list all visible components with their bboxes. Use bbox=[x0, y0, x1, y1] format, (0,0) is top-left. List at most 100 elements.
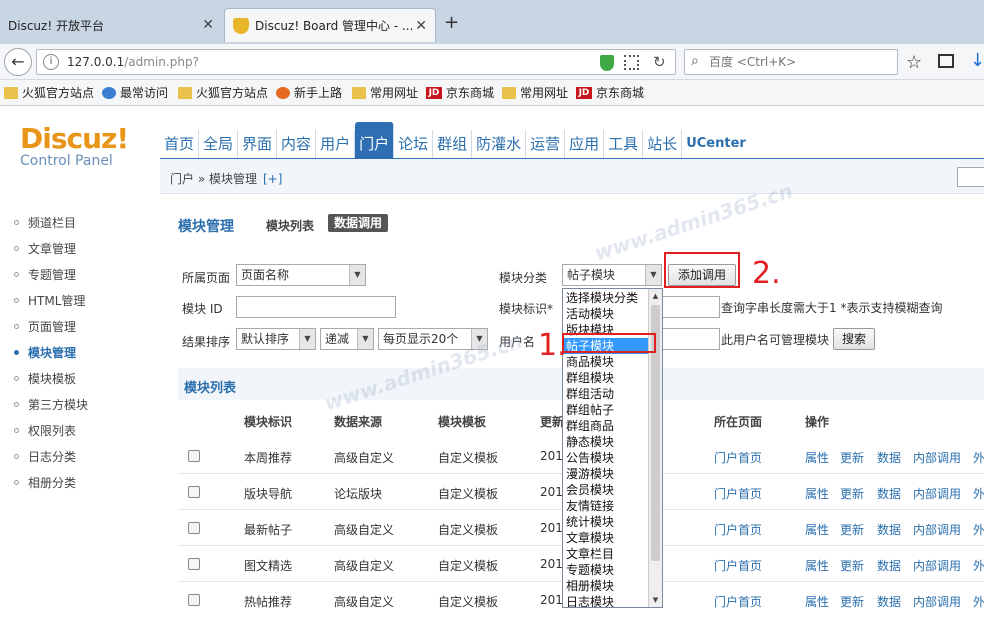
nav-item[interactable]: 工具 bbox=[604, 130, 644, 158]
row-checkbox[interactable] bbox=[188, 486, 200, 498]
nav-item[interactable]: 防灌水 bbox=[472, 130, 527, 158]
dropdown-option[interactable]: 文章模块 bbox=[563, 530, 649, 546]
page-select[interactable]: 页面名称 ▼ bbox=[236, 264, 366, 286]
dropdown-option[interactable]: 文章栏目 bbox=[563, 546, 649, 562]
dropdown-option[interactable]: 统计模块 bbox=[563, 514, 649, 530]
shield-icon[interactable] bbox=[600, 55, 614, 71]
dropdown-option[interactable]: 群组模块 bbox=[563, 370, 649, 386]
row-checkbox[interactable] bbox=[188, 594, 200, 606]
op-data[interactable]: 数据 bbox=[877, 485, 901, 502]
dropdown-option[interactable]: 漫游模块 bbox=[563, 466, 649, 482]
sidebar-item[interactable]: 频道栏目 bbox=[14, 214, 76, 231]
dropdown-option[interactable]: 活动模块 bbox=[563, 306, 649, 322]
row-checkbox[interactable] bbox=[188, 522, 200, 534]
dropdown-option[interactable]: 会员模块 bbox=[563, 482, 649, 498]
dropdown-option[interactable]: 日志模块 bbox=[563, 594, 649, 607]
url-bar[interactable]: i 127.0.0.1/admin.php? ↻ bbox=[36, 49, 676, 75]
bookmark-item[interactable]: 新手上路 bbox=[276, 84, 342, 101]
info-icon[interactable]: i bbox=[43, 54, 59, 70]
sidebar-item[interactable]: HTML管理 bbox=[14, 292, 85, 309]
op-external[interactable]: 外 bbox=[973, 593, 984, 610]
op-internal[interactable]: 内部调用 bbox=[913, 521, 961, 538]
logo[interactable]: Discuz! Control Panel bbox=[20, 122, 160, 169]
op-property[interactable]: 属性 bbox=[805, 485, 829, 502]
op-data[interactable]: 数据 bbox=[877, 449, 901, 466]
sidebar-item-active[interactable]: 模块管理 bbox=[14, 344, 76, 361]
sidebar-item[interactable]: 权限列表 bbox=[14, 422, 76, 439]
scroll-up-icon[interactable]: ▲ bbox=[649, 289, 662, 303]
nav-item[interactable]: 首页 bbox=[160, 130, 200, 158]
search-input[interactable] bbox=[709, 53, 889, 71]
nav-item[interactable]: UCenter bbox=[682, 130, 750, 158]
sidebar-item[interactable]: 相册分类 bbox=[14, 474, 76, 491]
sidebar-item[interactable]: 文章管理 bbox=[14, 240, 76, 257]
browser-tab-discuz-open[interactable]: Discuz! 开放平台 ✕ bbox=[0, 8, 222, 42]
op-data[interactable]: 数据 bbox=[877, 593, 901, 610]
bookmark-item[interactable]: 常用网址 bbox=[352, 84, 418, 101]
op-update[interactable]: 更新 bbox=[840, 521, 864, 538]
sidebar-item[interactable]: 模块模板 bbox=[14, 370, 76, 387]
dropdown-option[interactable]: 群组活动 bbox=[563, 386, 649, 402]
sidebar-item[interactable]: 页面管理 bbox=[14, 318, 76, 335]
back-arrow-icon[interactable]: ← bbox=[4, 48, 32, 76]
op-property[interactable]: 属性 bbox=[805, 593, 829, 610]
op-property[interactable]: 属性 bbox=[805, 557, 829, 574]
tab-data-call[interactable]: 数据调用 bbox=[328, 214, 389, 232]
bookmark-item[interactable]: JD 京东商城 bbox=[426, 84, 494, 101]
sort-select[interactable]: 默认排序 ▼ bbox=[236, 328, 316, 350]
nav-item[interactable]: 群组 bbox=[433, 130, 473, 158]
row-checkbox[interactable] bbox=[188, 558, 200, 570]
nav-item[interactable]: 全局 bbox=[199, 130, 239, 158]
op-internal[interactable]: 内部调用 bbox=[913, 449, 961, 466]
breadcrumb-add[interactable]: [+] bbox=[263, 172, 282, 186]
op-update[interactable]: 更新 bbox=[840, 485, 864, 502]
new-tab-icon[interactable]: + bbox=[444, 12, 459, 33]
dropdown-option[interactable]: 静态模块 bbox=[563, 434, 649, 450]
star-icon[interactable]: ☆ bbox=[906, 52, 922, 73]
reading-list-icon[interactable] bbox=[938, 54, 954, 68]
op-internal[interactable]: 内部调用 bbox=[913, 593, 961, 610]
op-property[interactable]: 属性 bbox=[805, 449, 829, 466]
row-checkbox[interactable] bbox=[188, 450, 200, 462]
nav-item[interactable]: 界面 bbox=[238, 130, 278, 158]
nav-item[interactable]: 应用 bbox=[565, 130, 605, 158]
cell-page-link[interactable]: 门户首页 bbox=[714, 557, 762, 574]
op-external[interactable]: 外 bbox=[973, 557, 984, 574]
username-input[interactable] bbox=[660, 328, 720, 350]
category-select[interactable]: 帖子模块 ▼ bbox=[562, 264, 662, 286]
search-button[interactable]: 搜索 bbox=[833, 328, 875, 350]
op-internal[interactable]: 内部调用 bbox=[913, 485, 961, 502]
nav-item[interactable]: 用户 bbox=[316, 130, 356, 158]
op-update[interactable]: 更新 bbox=[840, 593, 864, 610]
reload-icon[interactable]: ↻ bbox=[653, 53, 666, 71]
close-icon[interactable]: ✕ bbox=[415, 18, 427, 34]
sidebar-item[interactable]: 专题管理 bbox=[14, 266, 76, 283]
bookmark-item[interactable]: 火狐官方站点 bbox=[178, 84, 268, 101]
cell-page-link[interactable]: 门户首页 bbox=[714, 593, 762, 610]
op-update[interactable]: 更新 bbox=[840, 557, 864, 574]
cell-page-link[interactable]: 门户首页 bbox=[714, 485, 762, 502]
order-select[interactable]: 递减 ▼ bbox=[320, 328, 374, 350]
nav-item[interactable]: 运营 bbox=[526, 130, 566, 158]
dropdown-option[interactable]: 公告模块 bbox=[563, 450, 649, 466]
bookmark-item[interactable]: 最常访问 bbox=[102, 84, 168, 101]
header-search-input[interactable] bbox=[957, 167, 984, 187]
op-property[interactable]: 属性 bbox=[805, 521, 829, 538]
search-box[interactable]: ⌕ bbox=[684, 49, 898, 75]
close-icon[interactable]: ✕ bbox=[202, 17, 214, 33]
qrcode-icon[interactable] bbox=[624, 55, 639, 70]
sidebar-item[interactable]: 第三方模块 bbox=[14, 396, 88, 413]
tab-module-list[interactable]: 模块列表 bbox=[266, 217, 314, 234]
cell-page-link[interactable]: 门户首页 bbox=[714, 521, 762, 538]
nav-item[interactable]: 论坛 bbox=[394, 130, 434, 158]
op-internal[interactable]: 内部调用 bbox=[913, 557, 961, 574]
scroll-down-icon[interactable]: ▼ bbox=[649, 593, 662, 607]
op-data[interactable]: 数据 bbox=[877, 557, 901, 574]
op-update[interactable]: 更新 bbox=[840, 449, 864, 466]
dropdown-option[interactable]: 相册模块 bbox=[563, 578, 649, 594]
dropdown-option[interactable]: 选择模块分类 bbox=[563, 290, 649, 306]
sidebar-item[interactable]: 日志分类 bbox=[14, 448, 76, 465]
browser-tab-admin[interactable]: Discuz! Board 管理中心 - ... ✕ bbox=[224, 8, 436, 42]
bookmark-item[interactable]: 火狐官方站点 bbox=[4, 84, 94, 101]
download-arrow-icon[interactable]: ↓ bbox=[970, 50, 984, 71]
